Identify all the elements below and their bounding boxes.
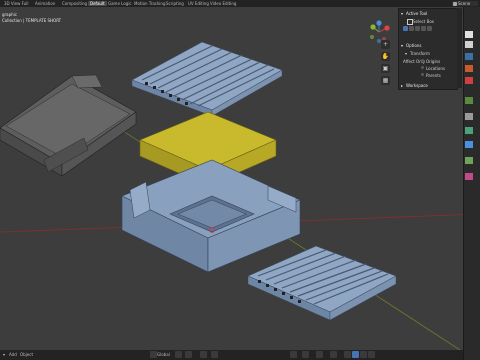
options-header[interactable]: Options bbox=[406, 43, 421, 48]
output-properties-icon[interactable] bbox=[465, 41, 473, 48]
shading-material-icon[interactable] bbox=[360, 351, 367, 358]
object-properties-icon[interactable] bbox=[465, 97, 473, 104]
view-axis-z-icon bbox=[376, 20, 382, 26]
shading-solid-icon[interactable] bbox=[352, 351, 359, 358]
select-mode-extend-button[interactable] bbox=[409, 26, 414, 31]
gizmo-icon[interactable] bbox=[302, 351, 309, 358]
transform-icon: ▾ bbox=[405, 51, 408, 56]
hand-pan-icon[interactable]: ✋ bbox=[381, 52, 390, 61]
snap-icon[interactable] bbox=[185, 351, 192, 358]
view-axis-y-icon bbox=[370, 24, 376, 30]
tab-3d-view-full[interactable]: 3D View Full bbox=[2, 1, 31, 6]
scene-icon bbox=[453, 2, 457, 6]
view-layer-properties-icon[interactable] bbox=[465, 53, 473, 60]
xray-icon[interactable] bbox=[330, 351, 337, 358]
transform-orientation-dropdown[interactable]: Global bbox=[157, 352, 170, 357]
origins-checkbox[interactable] bbox=[421, 59, 424, 62]
select-mode-invert-button[interactable] bbox=[421, 26, 426, 31]
render-properties-icon[interactable] bbox=[465, 31, 473, 38]
locations-checkbox[interactable] bbox=[421, 66, 424, 69]
workspace-header[interactable]: Workspace bbox=[406, 83, 428, 88]
zoom-icon[interactable]: + bbox=[381, 40, 390, 49]
shading-rendered-icon[interactable] bbox=[368, 351, 375, 358]
panel-chevron-icon[interactable]: ▸ bbox=[401, 83, 403, 88]
pivot-point-icon[interactable] bbox=[175, 351, 182, 358]
select-mode-new-button[interactable] bbox=[403, 26, 408, 31]
tab-game-logic[interactable]: Game Logic bbox=[106, 1, 134, 6]
material-properties-icon[interactable] bbox=[465, 173, 473, 180]
central-blue-case bbox=[121, 159, 301, 273]
world-properties-icon[interactable] bbox=[465, 77, 473, 84]
active-tool-header[interactable]: Active Tool bbox=[406, 11, 427, 16]
panel-chevron-icon[interactable]: ▾ bbox=[401, 11, 403, 16]
proportional-editing-icon[interactable] bbox=[200, 351, 207, 358]
scene-properties-icon[interactable] bbox=[465, 65, 473, 72]
select-box-icon[interactable] bbox=[407, 19, 413, 25]
scene-label: Scene bbox=[458, 1, 471, 6]
panel-chevron-icon[interactable]: ▾ bbox=[401, 43, 403, 48]
menu-chevron-icon[interactable]: ▾ bbox=[3, 352, 5, 357]
tab-motion-tracking[interactable]: Motion Tracking bbox=[132, 1, 167, 6]
bottom-blue-grid-plate bbox=[247, 245, 397, 321]
constraint-properties-icon[interactable] bbox=[465, 141, 473, 148]
tab-compositing[interactable]: Compositing bbox=[60, 1, 89, 6]
parents-label: Parents bbox=[426, 73, 441, 78]
visibility-icon[interactable] bbox=[290, 351, 297, 358]
active-tool-panel: ▾ Active Tool Select Box ▾ Options ▾ Tra… bbox=[398, 8, 458, 90]
select-mode-intersect-button[interactable] bbox=[427, 26, 432, 31]
view-axis-x-icon bbox=[384, 25, 390, 31]
properties-editor bbox=[463, 7, 480, 360]
collection-info: Collection | TEMPLATE SHORT bbox=[2, 18, 62, 23]
tab-scripting[interactable]: Scripting bbox=[164, 1, 186, 6]
add-menu[interactable]: Add bbox=[9, 352, 17, 357]
transform-orientation-icon[interactable] bbox=[150, 351, 157, 358]
select-mode-subtract-button[interactable] bbox=[415, 26, 420, 31]
workspace-tab-bar: 3D View Full Animation Compositing Defau… bbox=[0, 0, 480, 7]
origins-label: Origins bbox=[426, 59, 441, 64]
locations-label: Locations bbox=[426, 66, 446, 71]
tab-video-editing[interactable]: Video Editing bbox=[208, 1, 238, 6]
overlay-icon[interactable] bbox=[316, 351, 323, 358]
view-name: graphic bbox=[2, 12, 18, 17]
perspective-grid-icon[interactable]: ▦ bbox=[381, 76, 390, 85]
viewport-header: ▾ Add Object Global bbox=[0, 350, 463, 360]
object-menu[interactable]: Object bbox=[20, 352, 33, 357]
sidebar-tab-strip[interactable] bbox=[457, 8, 462, 88]
top-blue-grid-plate bbox=[131, 41, 283, 117]
tab-default[interactable]: Default bbox=[88, 1, 107, 6]
grey-case-shell bbox=[0, 74, 137, 177]
camera-view-icon[interactable]: ▣ bbox=[381, 64, 390, 73]
data-properties-icon[interactable] bbox=[465, 157, 473, 164]
transform-header[interactable]: Transform bbox=[410, 51, 430, 56]
parents-checkbox[interactable] bbox=[421, 73, 424, 76]
tab-animation[interactable]: Animation bbox=[33, 1, 57, 6]
shading-wireframe-icon[interactable] bbox=[344, 351, 351, 358]
proportional-falloff-icon[interactable] bbox=[211, 351, 218, 358]
modifier-properties-icon[interactable] bbox=[465, 113, 473, 120]
scene-selector[interactable]: Scene bbox=[452, 1, 478, 6]
physics-properties-icon[interactable] bbox=[465, 127, 473, 134]
select-box-label: Select Box bbox=[413, 19, 435, 24]
tool-mode-buttons bbox=[403, 26, 449, 31]
